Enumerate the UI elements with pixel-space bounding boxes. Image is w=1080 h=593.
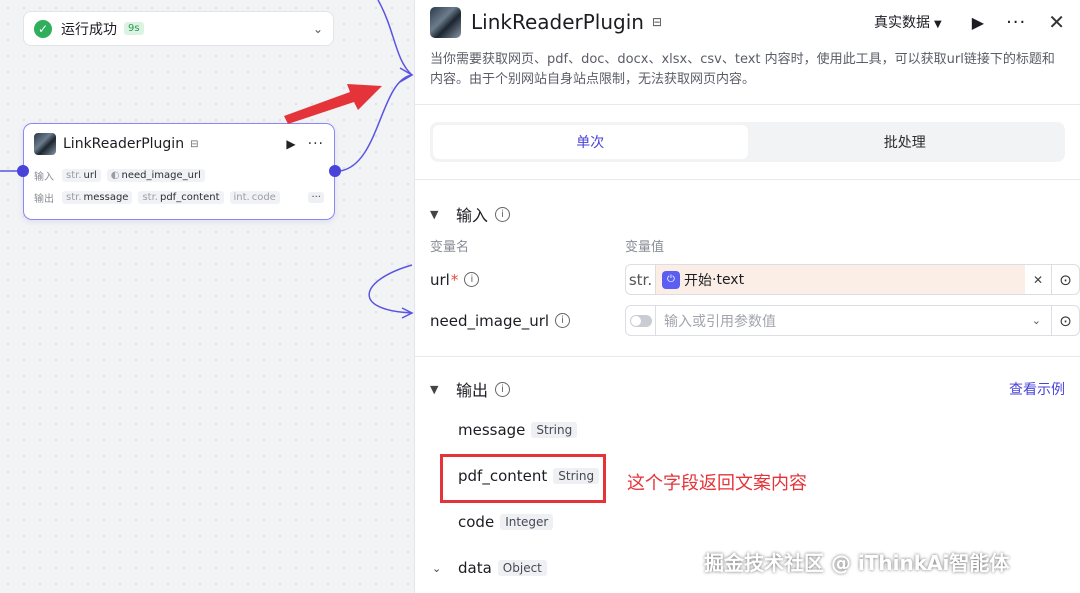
reference-target-icon[interactable]: ⊙ xyxy=(1051,265,1079,294)
reference-target-icon[interactable]: ⊙ xyxy=(1051,306,1079,335)
node-input-label: 输入 xyxy=(34,171,54,183)
need-image-url-value-field[interactable]: 输入或引用参数值 ⌄ ⊙ xyxy=(625,305,1080,336)
variable-reference[interactable]: ⏻ 开始 · text xyxy=(656,265,1025,294)
output-type-badge: Object xyxy=(497,560,547,576)
view-example-link[interactable]: 查看示例 xyxy=(1009,379,1065,399)
chevron-down-icon[interactable]: ▼ xyxy=(430,383,456,396)
input-section-title: 输入 xyxy=(456,206,489,225)
plugin-node[interactable]: LinkReaderPlugin ⊟ ▶ ··· 输入 str. url ◐ nee… xyxy=(23,123,335,220)
divider xyxy=(415,104,1080,105)
clear-icon[interactable]: ✕ xyxy=(1025,273,1051,287)
output-field: message String xyxy=(415,407,1080,453)
close-icon[interactable]: ✕ xyxy=(1048,10,1065,34)
tab-single[interactable]: 单次 xyxy=(433,125,748,159)
info-icon[interactable]: i xyxy=(464,272,480,287)
ref-variable: text xyxy=(716,271,745,288)
caret-down-icon: ▼ xyxy=(934,19,942,30)
plugin-badge-icon: ⊟ xyxy=(190,138,199,150)
node-output-chip: str. message xyxy=(62,190,133,204)
watermark: 掘金技术社区 @ iThinkAi智能体 xyxy=(704,551,1010,575)
ref-source: 开始 xyxy=(684,272,712,289)
toggle-icon xyxy=(629,314,652,327)
output-section-header[interactable]: ▼ 输出 i 查看示例 xyxy=(415,377,1080,401)
output-field-name: code xyxy=(458,513,495,531)
plugin-badge-icon: ⊟ xyxy=(651,15,663,29)
output-field-name: data xyxy=(458,559,492,577)
start-node-icon: ⏻ xyxy=(662,270,680,289)
run-mode-tabs: 单次 批处理 xyxy=(430,122,1065,162)
plugin-logo-icon xyxy=(430,6,461,38)
type-label: str. xyxy=(626,265,656,294)
input-row-url: url * i str. ⏻ 开始 · text ✕ ⊙ xyxy=(415,264,1080,295)
mode-select[interactable]: 真实数据 ▼ xyxy=(874,12,942,32)
node-output-port[interactable] xyxy=(329,165,341,177)
node-output-chip: int. code xyxy=(229,190,280,204)
input-row-need-image-url: need_image_url i 输入或引用参数值 ⌄ ⊙ xyxy=(415,305,1080,336)
node-output-row: 输出 str. message str. pdf_content int. code … xyxy=(24,186,334,208)
plugin-logo-icon xyxy=(34,133,56,155)
info-icon[interactable]: i xyxy=(555,313,571,328)
output-type-badge: String xyxy=(531,422,578,438)
more-outputs-button[interactable]: ··· xyxy=(308,191,324,203)
param-name: need_image_url xyxy=(430,311,550,330)
type-toggle[interactable] xyxy=(626,306,656,335)
tab-batch[interactable]: 批处理 xyxy=(748,125,1063,159)
panel-title: LinkReaderPlugin xyxy=(471,10,644,34)
red-arrow-annotation xyxy=(284,84,382,124)
col-value-header: 变量值 xyxy=(625,240,665,255)
node-title: LinkReaderPlugin xyxy=(63,136,185,152)
param-name: url xyxy=(430,270,450,289)
chevron-down-icon[interactable]: ⌄ xyxy=(1022,314,1051,327)
node-input-row: 输入 str. url ◐ need_image_url xyxy=(24,164,334,186)
node-detail-panel: LinkReaderPlugin ⊟ 真实数据 ▼ ▶ ··· ✕ 当你需要获取网… xyxy=(414,0,1080,593)
col-name-header: 变量名 xyxy=(430,240,470,255)
node-output-label: 输出 xyxy=(34,193,54,205)
more-icon[interactable]: ··· xyxy=(308,136,324,152)
node-input-chip: str. url xyxy=(62,168,101,182)
highlight-box xyxy=(440,454,606,503)
annotation-note: 这个字段返回文案内容 xyxy=(627,473,807,494)
input-section-header[interactable]: ▼ 输入 i xyxy=(415,202,1080,226)
play-icon[interactable]: ▶ xyxy=(286,137,295,151)
info-icon[interactable]: i xyxy=(495,381,511,397)
toggle-icon: ◐ xyxy=(110,169,120,181)
output-field: code Integer xyxy=(415,499,1080,545)
value-placeholder[interactable]: 输入或引用参数值 xyxy=(656,311,1022,331)
output-type-badge: Integer xyxy=(500,514,554,530)
chevron-down-icon[interactable]: ▼ xyxy=(430,208,456,221)
node-input-port[interactable] xyxy=(17,165,29,177)
node-output-chip: str. pdf_content xyxy=(138,190,224,204)
node-input-chip: ◐ need_image_url xyxy=(106,168,205,182)
required-mark: * xyxy=(450,270,459,289)
url-value-field[interactable]: str. ⏻ 开始 · text ✕ ⊙ xyxy=(625,264,1080,295)
output-section-title: 输出 xyxy=(456,381,489,400)
chevron-down-icon[interactable]: ⌄ xyxy=(432,562,458,575)
output-field-name: message xyxy=(458,421,526,439)
input-column-headers: 变量名 变量值 xyxy=(415,236,1080,255)
info-icon[interactable]: i xyxy=(495,206,511,222)
play-icon[interactable]: ▶ xyxy=(972,13,984,32)
plugin-description: 当你需要获取网页、pdf、doc、docx、xlsx、csv、text 内容时，… xyxy=(430,52,1055,87)
more-icon[interactable]: ··· xyxy=(1006,12,1026,33)
